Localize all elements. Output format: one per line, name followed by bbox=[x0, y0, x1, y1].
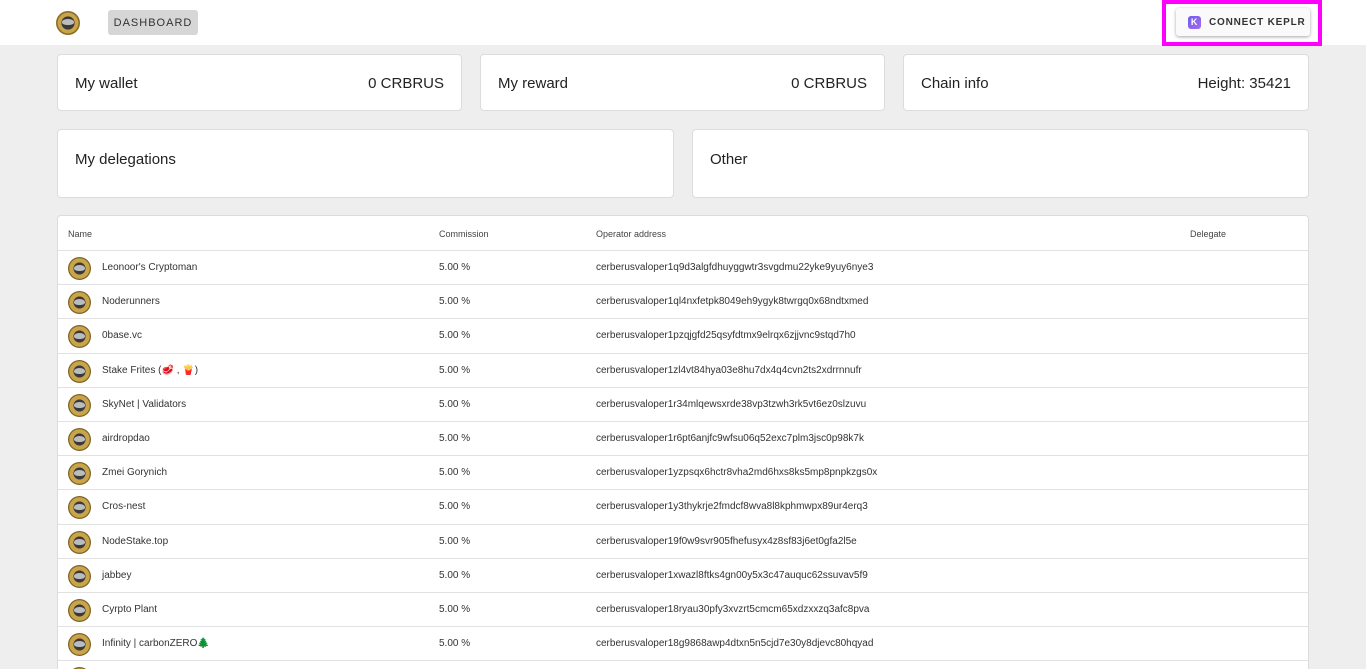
validator-operator-address: cerberusvaloper1r34mlqewsxrde38vp3tzwh3r… bbox=[596, 398, 867, 410]
validator-name: SkyNet | Validators bbox=[102, 398, 187, 410]
validator-operator-address: cerberusvaloper18ryau30pfy3xvzrt5cmcm65x… bbox=[596, 604, 870, 615]
table-row[interactable]: SkyNet | Validators 5.00 % cerberusvaloper… bbox=[58, 386, 1308, 421]
chain-info-card: Chain info Height: 35421 bbox=[903, 54, 1309, 111]
validator-operator-address: cerberusvaloper18g9868awp4dtxn5n5cjd7e30… bbox=[596, 638, 874, 650]
validator-name: Noderunners bbox=[102, 296, 160, 308]
dashboard-button[interactable]: DASHBOARD bbox=[108, 10, 198, 35]
table-row[interactable]: jabbey 5.00 % cerberusvaloper1xwazl8ftks4g… bbox=[58, 557, 1308, 592]
wallet-card: My wallet 0 CRBRUS bbox=[57, 54, 462, 111]
validator-commission: 5.00 % bbox=[439, 501, 471, 513]
table-row[interactable]: Infinity | carbonZERO🌲 5.00 % cerberusvalo… bbox=[58, 626, 1308, 660]
validator-name: 0base.vc bbox=[102, 330, 143, 342]
validator-commission: 5.00 % bbox=[439, 364, 471, 376]
validator-avatar bbox=[68, 496, 91, 520]
delegations-card: My delegations bbox=[57, 129, 674, 198]
validator-operator-address: cerberusvaloper19f0w9svr905fhefusyx4z8sf… bbox=[596, 535, 857, 547]
validator-operator-address: cerberusvaloper1zl4vt84hya03e8hu7dx4q4cv… bbox=[596, 364, 862, 376]
validator-operator-address: cerberusvaloper1xwazl8ftks4gn00y5x3c47au… bbox=[596, 569, 868, 581]
validator-operator-address: cerberusvaloper1ql4nxfetpk8049eh9ygyk8tw… bbox=[596, 296, 869, 308]
validator-operator-address: cerberusvaloper1y3thykrje2fmdcf8wva8l8kp… bbox=[596, 501, 868, 513]
reward-value: 0 CRBRUS bbox=[791, 75, 867, 92]
validator-name: jabbey bbox=[102, 569, 132, 581]
validator-commission: 5.00 % bbox=[439, 604, 471, 615]
validator-name: Infinity | carbonZERO🌲 bbox=[102, 638, 210, 650]
app-logo[interactable] bbox=[56, 11, 80, 35]
validator-commission: 5.00 % bbox=[439, 569, 471, 581]
validator-avatar bbox=[68, 291, 91, 315]
wallet-title: My wallet bbox=[75, 75, 138, 92]
table-row[interactable]: NodeStake.top 5.00 % cerberusvaloper19f0w9… bbox=[58, 523, 1308, 558]
validator-commission: 5.00 % bbox=[439, 262, 471, 273]
table-row[interactable]: Noderunners 5.00 % cerberusvaloper1ql4nxfe… bbox=[58, 284, 1308, 318]
table-row[interactable] bbox=[58, 660, 1308, 669]
table-row[interactable]: Stake Frites (🥩 , 🍟) 5.00 % cerberusvalope… bbox=[58, 352, 1308, 387]
validator-commission: 5.00 % bbox=[439, 535, 471, 547]
validator-name: Zmei Gorynich bbox=[102, 467, 168, 479]
validator-operator-address: cerberusvaloper1q9d3algfdhuyggwtr3svgdmu… bbox=[596, 262, 874, 273]
validator-name: Stake Frites (🥩 , 🍟) bbox=[102, 364, 199, 376]
chain-height-value: Height: 35421 bbox=[1197, 75, 1291, 92]
wallet-value: 0 CRBRUS bbox=[368, 75, 444, 92]
validator-name: Leonoor's Cryptoman bbox=[102, 262, 198, 273]
validator-commission: 5.00 % bbox=[439, 296, 471, 308]
validator-avatar bbox=[68, 462, 91, 486]
validator-avatar bbox=[68, 393, 91, 417]
table-row[interactable]: airdropdao 5.00 % cerberusvaloper1r6pt6anj… bbox=[58, 421, 1308, 455]
validator-avatar bbox=[68, 599, 91, 622]
col-header-operator-address[interactable]: Operator address bbox=[596, 229, 666, 239]
chain-info-title: Chain info bbox=[921, 75, 989, 92]
validator-name: airdropdao bbox=[102, 433, 150, 444]
table-row[interactable]: Cros-nest 5.00 % cerberusvaloper1y3thykrje… bbox=[58, 489, 1308, 523]
keplr-icon: K bbox=[1188, 15, 1201, 29]
validator-name: NodeStake.top bbox=[102, 535, 169, 547]
validator-operator-address: cerberusvaloper1pzqjgfd25qsyfdtmx9elrqx6… bbox=[596, 330, 856, 342]
delegations-title: My delegations bbox=[75, 151, 176, 168]
validator-avatar bbox=[68, 530, 91, 554]
reward-title: My reward bbox=[498, 75, 569, 92]
validator-operator-address: cerberusvaloper1r6pt6anjfc9wfsu06q52exc7… bbox=[596, 433, 864, 444]
validator-name: Cyrpto Plant bbox=[102, 604, 158, 615]
table-row[interactable]: Zmei Gorynich 5.00 % cerberusvaloper1yzpsq… bbox=[58, 455, 1308, 489]
validator-operator-address: cerberusvaloper1yzpsqx6hctr8vha2md6hxs8k… bbox=[596, 467, 878, 479]
table-row[interactable]: Cyrpto Plant 5.00 % cerberusvaloper18ryau3… bbox=[58, 592, 1308, 626]
col-header-delegate: Delegate bbox=[1190, 229, 1227, 239]
reward-card: My reward 0 CRBRUS bbox=[480, 54, 885, 111]
validator-commission: 5.00 % bbox=[439, 330, 471, 342]
validator-avatar bbox=[68, 325, 91, 349]
connect-keplr-label: CONNECT KEPLR bbox=[1209, 16, 1306, 28]
validators-table: Name Commission Operator address Delegat… bbox=[57, 215, 1309, 669]
table-row[interactable]: Leonoor's Cryptoman 5.00 % cerberusvaloper… bbox=[58, 250, 1308, 284]
other-title: Other bbox=[710, 151, 748, 168]
other-card: Other bbox=[692, 129, 1309, 198]
validator-avatar bbox=[68, 564, 91, 588]
col-header-commission[interactable]: Commission bbox=[439, 229, 489, 239]
validator-avatar bbox=[68, 257, 91, 280]
connect-keplr-button[interactable]: K CONNECT KEPLR bbox=[1176, 8, 1310, 36]
validator-avatar bbox=[68, 428, 91, 451]
validator-avatar bbox=[68, 633, 91, 657]
validator-commission: 5.00 % bbox=[439, 433, 471, 444]
col-header-name[interactable]: Name bbox=[68, 229, 92, 239]
validator-commission: 5.00 % bbox=[439, 467, 471, 479]
validator-commission: 5.00 % bbox=[439, 398, 471, 410]
validator-name: Cros-nest bbox=[102, 501, 146, 513]
validator-avatar bbox=[68, 359, 91, 383]
validator-commission: 5.00 % bbox=[439, 638, 471, 650]
table-row[interactable]: 0base.vc 5.00 % cerberusvaloper1pzqjgfd25q… bbox=[58, 318, 1308, 352]
